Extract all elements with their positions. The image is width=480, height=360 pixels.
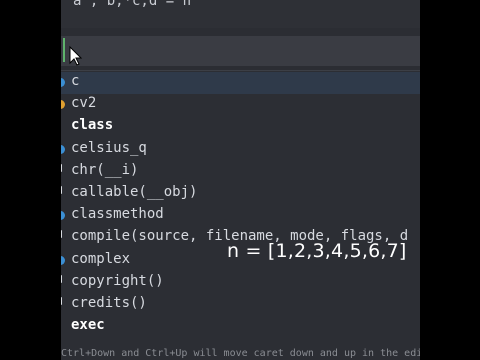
text-caret <box>63 38 65 62</box>
previous-code-text: a , b,*c,d = n <box>73 0 192 9</box>
autocomplete-item[interactable]: copyright() <box>61 272 420 294</box>
completion-kind-icon <box>61 230 62 239</box>
autocomplete-item-label: class <box>71 117 114 134</box>
autocomplete-item-label: chr(__i) <box>71 161 139 178</box>
autocomplete-item[interactable]: callable(__obj) <box>61 183 420 205</box>
completion-kind-icon <box>61 274 62 283</box>
current-editor-line[interactable] <box>61 36 420 66</box>
completion-kind-icon <box>61 297 62 305</box>
autocomplete-item-label: classmethod <box>71 206 164 223</box>
autocomplete-item-label: celsius_q <box>71 139 147 156</box>
autocomplete-item-label: exec <box>71 317 105 334</box>
completion-kind-icon <box>61 211 65 221</box>
autocomplete-item[interactable]: credits() <box>61 294 420 316</box>
right-letterbox <box>420 0 480 360</box>
autocomplete-item-label: credits() <box>71 295 147 311</box>
autocomplete-item-label: callable(__obj) <box>71 184 198 200</box>
autocomplete-item[interactable]: exec <box>61 316 420 338</box>
autocomplete-item[interactable]: cv2 <box>61 94 420 116</box>
video-caption: n = [1,2,3,4,5,6,7] <box>227 240 407 262</box>
autocomplete-item[interactable]: c <box>61 72 420 94</box>
autocomplete-item-label: c <box>71 73 80 89</box>
mouse-pointer-icon <box>69 45 83 70</box>
autocomplete-popup[interactable]: c cv2 class celsius_q chr(__i) callable(__obj… <box>61 70 420 360</box>
autocomplete-item-label: cv2 <box>71 95 97 112</box>
autocomplete-item[interactable]: class <box>61 116 420 138</box>
autocomplete-item-label: copyright() <box>71 272 164 289</box>
autocomplete-item[interactable]: classmethod <box>61 205 420 227</box>
completion-kind-icon <box>61 163 62 172</box>
autocomplete-hint: Ctrl+Down and Ctrl+Up will move caret do… <box>61 348 420 359</box>
completion-kind-icon <box>61 78 65 87</box>
autocomplete-item[interactable]: celsius_q <box>61 139 420 161</box>
completion-kind-icon <box>61 186 62 194</box>
completion-kind-icon <box>61 100 65 110</box>
autocomplete-item[interactable]: chr(__i) <box>61 161 420 183</box>
completion-kind-icon <box>61 255 65 265</box>
code-editor[interactable]: a , b,*c,d = n c cv2 class celsius_q chr(__i… <box>61 0 420 360</box>
completion-kind-icon <box>61 144 65 154</box>
previous-code-line: a , b,*c,d = n <box>61 0 420 28</box>
autocomplete-item-label: complex <box>71 250 131 267</box>
